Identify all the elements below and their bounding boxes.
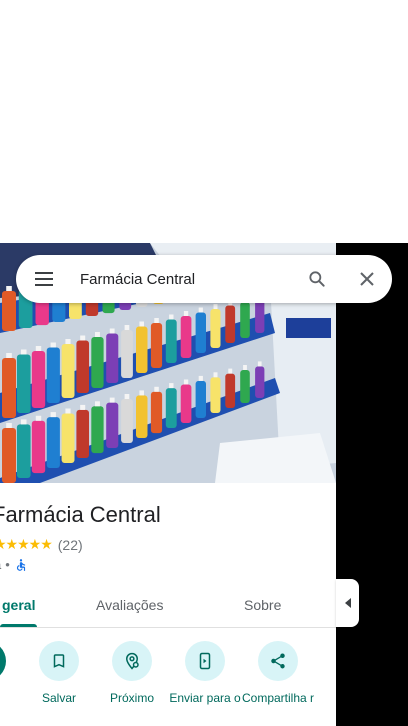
rating-stars: ★★★★★ [0,536,53,552]
search-icon[interactable] [292,255,342,303]
rating-count: (22) [57,536,83,553]
search-input[interactable]: Farmácia Central [72,271,292,288]
tab-reviews[interactable]: Avaliações [96,583,163,627]
wheelchair-accessible-icon [14,558,28,572]
send-to-phone-icon [185,641,225,681]
place-panel: Farmácia Central ★★★★★ (22) a • geral Av… [0,243,336,726]
category-row: a • [0,557,28,572]
rating-row[interactable]: ★★★★★ (22) [0,536,83,553]
nearby-button[interactable]: Próximo [92,641,172,706]
place-title: Farmácia Central [0,502,161,527]
tab-about[interactable]: Sobre [244,583,281,627]
share-icon [258,641,298,681]
place-tabs: geral Avaliações Sobre [0,583,336,628]
active-tab-indicator [0,624,37,627]
save-button[interactable]: Salvar [19,641,99,706]
share-label: Compartilha r [241,691,315,705]
save-label: Salvar [41,691,76,705]
nearby-label: Próximo [109,691,154,705]
menu-icon[interactable] [16,255,72,303]
directions-icon [0,641,6,681]
chevron-left-icon [344,598,351,608]
send-to-phone-button[interactable]: Enviar para o [165,641,245,706]
bookmark-icon [39,641,79,681]
send-to-phone-label: Enviar para o [169,691,241,705]
place-category: a [0,557,1,572]
blank-map-area [0,0,408,243]
close-icon[interactable] [342,255,392,303]
tab-overview[interactable]: geral [2,583,35,627]
nearby-icon [112,641,152,681]
separator-dot: • [5,557,10,572]
collapse-panel-button[interactable] [336,579,359,627]
share-button[interactable]: Compartilha r [238,641,318,706]
search-bar[interactable]: Farmácia Central [16,255,392,303]
dark-map-area [336,243,408,726]
